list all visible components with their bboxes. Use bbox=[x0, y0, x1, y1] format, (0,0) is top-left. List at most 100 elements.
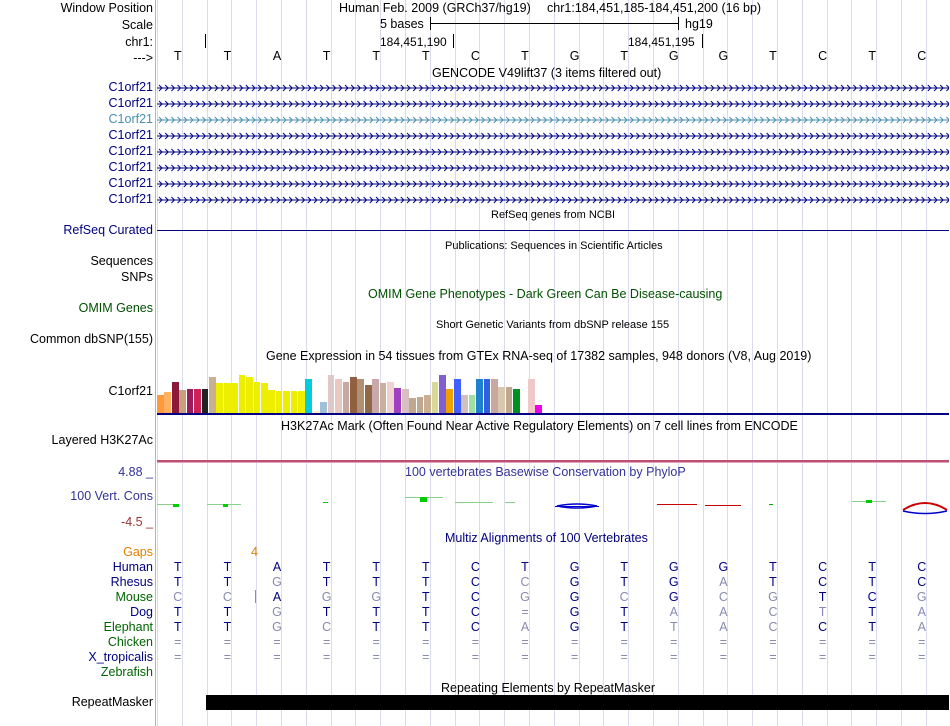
gencode-gene-label[interactable]: C1orf21 bbox=[109, 112, 153, 127]
gencode-gene-feature[interactable] bbox=[157, 193, 949, 206]
position-readout[interactable]: chr1:184,451,185-184,451,200 (16 bp) bbox=[547, 1, 761, 16]
gtex-tissue-bar[interactable] bbox=[208, 377, 216, 413]
gencode-gene-label[interactable]: C1orf21 bbox=[109, 80, 153, 95]
gencode-gene-feature[interactable] bbox=[157, 145, 949, 158]
base-letter: T bbox=[372, 49, 380, 63]
gtex-tissue-bar[interactable] bbox=[283, 391, 290, 413]
gtex-tissue-bar[interactable] bbox=[476, 379, 483, 413]
publications-sequences-label[interactable]: Sequences bbox=[90, 254, 153, 269]
alignment-base: T bbox=[223, 605, 232, 619]
gtex-tissue-bar[interactable] bbox=[394, 388, 402, 413]
gtex-tissue-bar[interactable] bbox=[483, 379, 491, 413]
gencode-gene-label[interactable]: C1orf21 bbox=[109, 144, 153, 159]
gtex-tissue-bar[interactable] bbox=[401, 389, 409, 413]
gencode-gene-feature[interactable] bbox=[157, 113, 949, 126]
gtex-tissue-bar[interactable] bbox=[171, 382, 179, 413]
gtex-tissue-bar[interactable] bbox=[446, 389, 454, 413]
gtex-tissue-bar[interactable] bbox=[335, 379, 342, 413]
gtex-tissue-bar[interactable] bbox=[468, 395, 476, 413]
gtex-tissue-bar[interactable] bbox=[505, 387, 513, 413]
gtex-tissue-bar[interactable] bbox=[535, 405, 543, 413]
gtex-tissue-bar[interactable] bbox=[179, 390, 187, 413]
alignment-base: = bbox=[273, 635, 281, 649]
gtex-tissue-bar[interactable] bbox=[290, 391, 298, 413]
gtex-tissue-bar[interactable] bbox=[260, 383, 268, 413]
gtex-tissue-bar[interactable] bbox=[498, 387, 506, 413]
gtex-tissue-bar[interactable] bbox=[364, 385, 372, 413]
gtex-tissue-bar[interactable] bbox=[528, 379, 535, 413]
dbsnp-label[interactable]: Common dbSNP(155) bbox=[30, 332, 153, 347]
repeatmasker-element[interactable] bbox=[206, 695, 949, 710]
gtex-tissue-bar[interactable] bbox=[186, 389, 194, 413]
gtex-tissue-bar[interactable] bbox=[268, 390, 276, 413]
gtex-tissue-bar[interactable] bbox=[431, 382, 439, 413]
species-label[interactable]: Chicken bbox=[108, 635, 153, 650]
refseq-line[interactable] bbox=[157, 230, 949, 231]
species-label[interactable]: X_tropicalis bbox=[88, 650, 153, 665]
gtex-tissue-bar[interactable] bbox=[349, 377, 357, 413]
gtex-tissue-bar[interactable] bbox=[216, 383, 224, 413]
phylop-track[interactable] bbox=[157, 490, 949, 516]
species-label[interactable]: Dog bbox=[130, 605, 153, 620]
gtex-tissue-bar[interactable] bbox=[298, 391, 305, 413]
phylop-label[interactable]: 100 Vert. Cons bbox=[70, 489, 153, 504]
gencode-gene-label[interactable]: C1orf21 bbox=[109, 176, 153, 191]
alignment-base: A bbox=[719, 620, 728, 634]
gencode-gene-label[interactable]: C1orf21 bbox=[109, 192, 153, 207]
repeatmasker-label[interactable]: RepeatMasker bbox=[72, 695, 153, 710]
gtex-tissue-bar[interactable] bbox=[342, 382, 350, 413]
gtex-tissue-bar[interactable] bbox=[231, 383, 238, 413]
gtex-tissue-bar[interactable] bbox=[453, 379, 461, 413]
gencode-gene-label[interactable]: C1orf21 bbox=[109, 96, 153, 111]
gtex-tissue-bar[interactable] bbox=[372, 379, 379, 413]
gencode-gene-feature[interactable] bbox=[157, 129, 949, 142]
gencode-gene-label[interactable]: C1orf21 bbox=[109, 160, 153, 175]
species-label[interactable]: Human bbox=[113, 560, 153, 575]
gtex-tissue-bar[interactable] bbox=[194, 389, 201, 413]
gtex-tissue-bar[interactable] bbox=[513, 389, 520, 413]
alignment-base: T bbox=[868, 560, 876, 574]
gencode-gene-feature[interactable] bbox=[157, 81, 949, 94]
gencode-gene-feature[interactable] bbox=[157, 161, 949, 174]
gaps-label[interactable]: Gaps bbox=[123, 545, 153, 560]
gtex-tissue-bar[interactable] bbox=[201, 389, 209, 413]
gtex-tissue-bar[interactable] bbox=[223, 383, 231, 413]
gtex-tissue-bar[interactable] bbox=[357, 379, 365, 413]
gencode-gene-feature[interactable] bbox=[157, 97, 949, 110]
gtex-tissue-bar[interactable] bbox=[490, 379, 498, 413]
gtex-tissue-bar[interactable] bbox=[246, 377, 253, 413]
gencode-gene-label[interactable]: C1orf21 bbox=[109, 128, 153, 143]
publications-snps-label[interactable]: SNPs bbox=[121, 270, 153, 285]
gencode-gene-feature[interactable] bbox=[157, 177, 949, 190]
refseq-label[interactable]: RefSeq Curated bbox=[63, 223, 153, 238]
gtex-gene-label[interactable]: C1orf21 bbox=[109, 384, 153, 399]
gtex-tissue-bar[interactable] bbox=[379, 383, 387, 413]
gtex-tissue-bar[interactable] bbox=[253, 382, 261, 413]
alignment-base: C bbox=[222, 590, 232, 604]
omim-label[interactable]: OMIM Genes bbox=[79, 301, 153, 316]
gtex-tissue-bar[interactable] bbox=[416, 397, 424, 413]
alignment-base: C bbox=[768, 605, 778, 619]
gtex-tissue-bar[interactable] bbox=[157, 395, 164, 413]
gtex-tissue-bar[interactable] bbox=[164, 392, 172, 413]
gtex-tissue-bar[interactable] bbox=[238, 375, 246, 413]
gtex-tissue-bar[interactable] bbox=[461, 395, 468, 413]
species-label[interactable]: Zebrafish bbox=[101, 665, 153, 680]
gtex-tissue-bar[interactable] bbox=[387, 382, 394, 413]
gtex-tissue-bar[interactable] bbox=[327, 375, 335, 413]
species-label[interactable]: Mouse bbox=[115, 590, 153, 605]
species-label[interactable]: Elephant bbox=[104, 620, 153, 635]
gtex-tissue-bar[interactable] bbox=[320, 402, 327, 413]
alignment-base: G bbox=[569, 590, 580, 604]
gtex-tissue-bar[interactable] bbox=[439, 375, 446, 413]
alignment-base: = bbox=[322, 635, 331, 649]
h3k27ac-label[interactable]: Layered H3K27Ac bbox=[52, 433, 153, 448]
gtex-tissue-bar[interactable] bbox=[275, 391, 283, 413]
base-letter: C bbox=[917, 49, 927, 63]
gtex-tissue-bar[interactable] bbox=[424, 395, 431, 413]
base-letter: T bbox=[173, 49, 182, 63]
base-letter: T bbox=[620, 49, 628, 63]
species-label[interactable]: Rhesus bbox=[111, 575, 153, 590]
gtex-tissue-bar[interactable] bbox=[305, 379, 313, 413]
gtex-tissue-bar[interactable] bbox=[409, 398, 417, 413]
